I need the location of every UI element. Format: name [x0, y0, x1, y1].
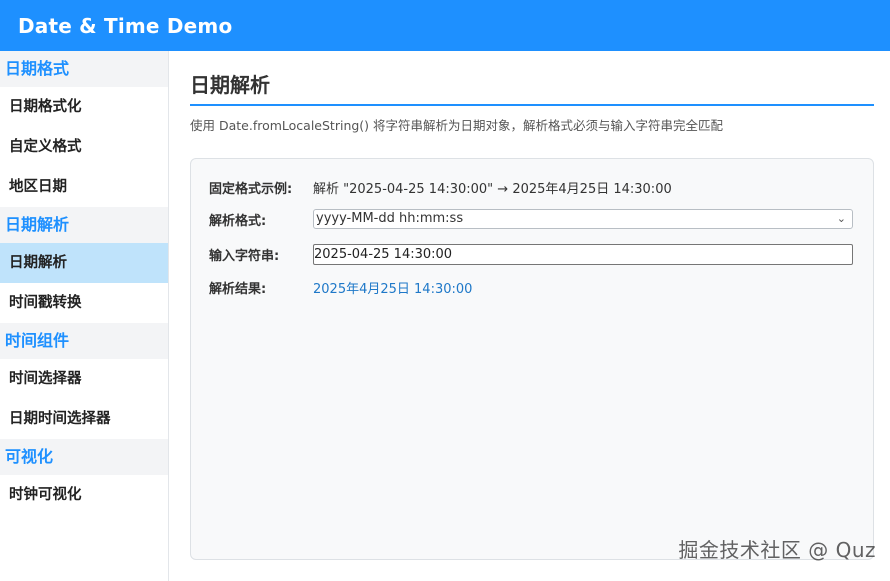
sidebar-item-locale-date[interactable]: 地区日期 — [0, 167, 168, 207]
input-string-field[interactable] — [313, 243, 853, 265]
format-select-value: yyyy-MM-dd hh:mm:ss — [316, 211, 464, 226]
sidebar-group-visualization: 可视化 — [0, 439, 168, 475]
page-description: 使用 Date.fromLocaleString() 将字符串解析为日期对象，解… — [190, 118, 724, 133]
top-bar: Date & Time Demo — [0, 0, 890, 51]
result-value: 2025年4月25日 14:30:00 — [313, 281, 473, 297]
sidebar-item-time-picker[interactable]: 时间选择器 — [0, 359, 168, 399]
app-title: Date & Time Demo — [18, 13, 233, 38]
format-row: 解析格式: yyyy-MM-dd hh:mm:ss ⌄ — [209, 208, 853, 230]
result-row: 解析结果: 2025年4月25日 14:30:00 — [209, 277, 853, 297]
sidebar: 日期格式 日期格式化 自定义格式 地区日期 日期解析 日期解析 时间戳转换 时间… — [0, 51, 169, 581]
main-content: 日期解析 使用 Date.fromLocaleString() 将字符串解析为日… — [190, 51, 874, 560]
example-label: 固定格式示例: — [209, 181, 293, 197]
sidebar-item-date-parsing[interactable]: 日期解析 — [0, 243, 168, 283]
input-row: 输入字符串: — [209, 243, 853, 265]
input-label: 输入字符串: — [209, 248, 280, 264]
chevron-down-icon: ⌄ — [836, 212, 846, 225]
format-label: 解析格式: — [209, 213, 267, 229]
sidebar-item-datetime-picker[interactable]: 日期时间选择器 — [0, 399, 168, 439]
sidebar-item-clock-visualization[interactable]: 时钟可视化 — [0, 475, 168, 515]
example-value: 解析 "2025-04-25 14:30:00" → 2025年4月25日 14… — [313, 181, 672, 197]
watermark: 掘金技术社区 @ Quz — [678, 538, 876, 562]
app-window: Date & Time Demo 日期格式 日期格式化 自定义格式 地区日期 日… — [0, 0, 890, 581]
example-row: 固定格式示例: 解析 "2025-04-25 14:30:00" → 2025年… — [209, 177, 853, 197]
sidebar-item-custom-format[interactable]: 自定义格式 — [0, 127, 168, 167]
sidebar-group-date-format: 日期格式 — [0, 51, 168, 87]
sidebar-item-timestamp-conversion[interactable]: 时间戳转换 — [0, 283, 168, 323]
sidebar-group-time-components: 时间组件 — [0, 323, 168, 359]
result-label: 解析结果: — [209, 281, 267, 297]
sidebar-item-date-formatting[interactable]: 日期格式化 — [0, 87, 168, 127]
parse-card: 固定格式示例: 解析 "2025-04-25 14:30:00" → 2025年… — [190, 158, 874, 560]
page-title: 日期解析 — [190, 71, 874, 106]
format-select[interactable]: yyyy-MM-dd hh:mm:ss ⌄ — [313, 209, 853, 229]
sidebar-group-date-parsing: 日期解析 — [0, 207, 168, 243]
